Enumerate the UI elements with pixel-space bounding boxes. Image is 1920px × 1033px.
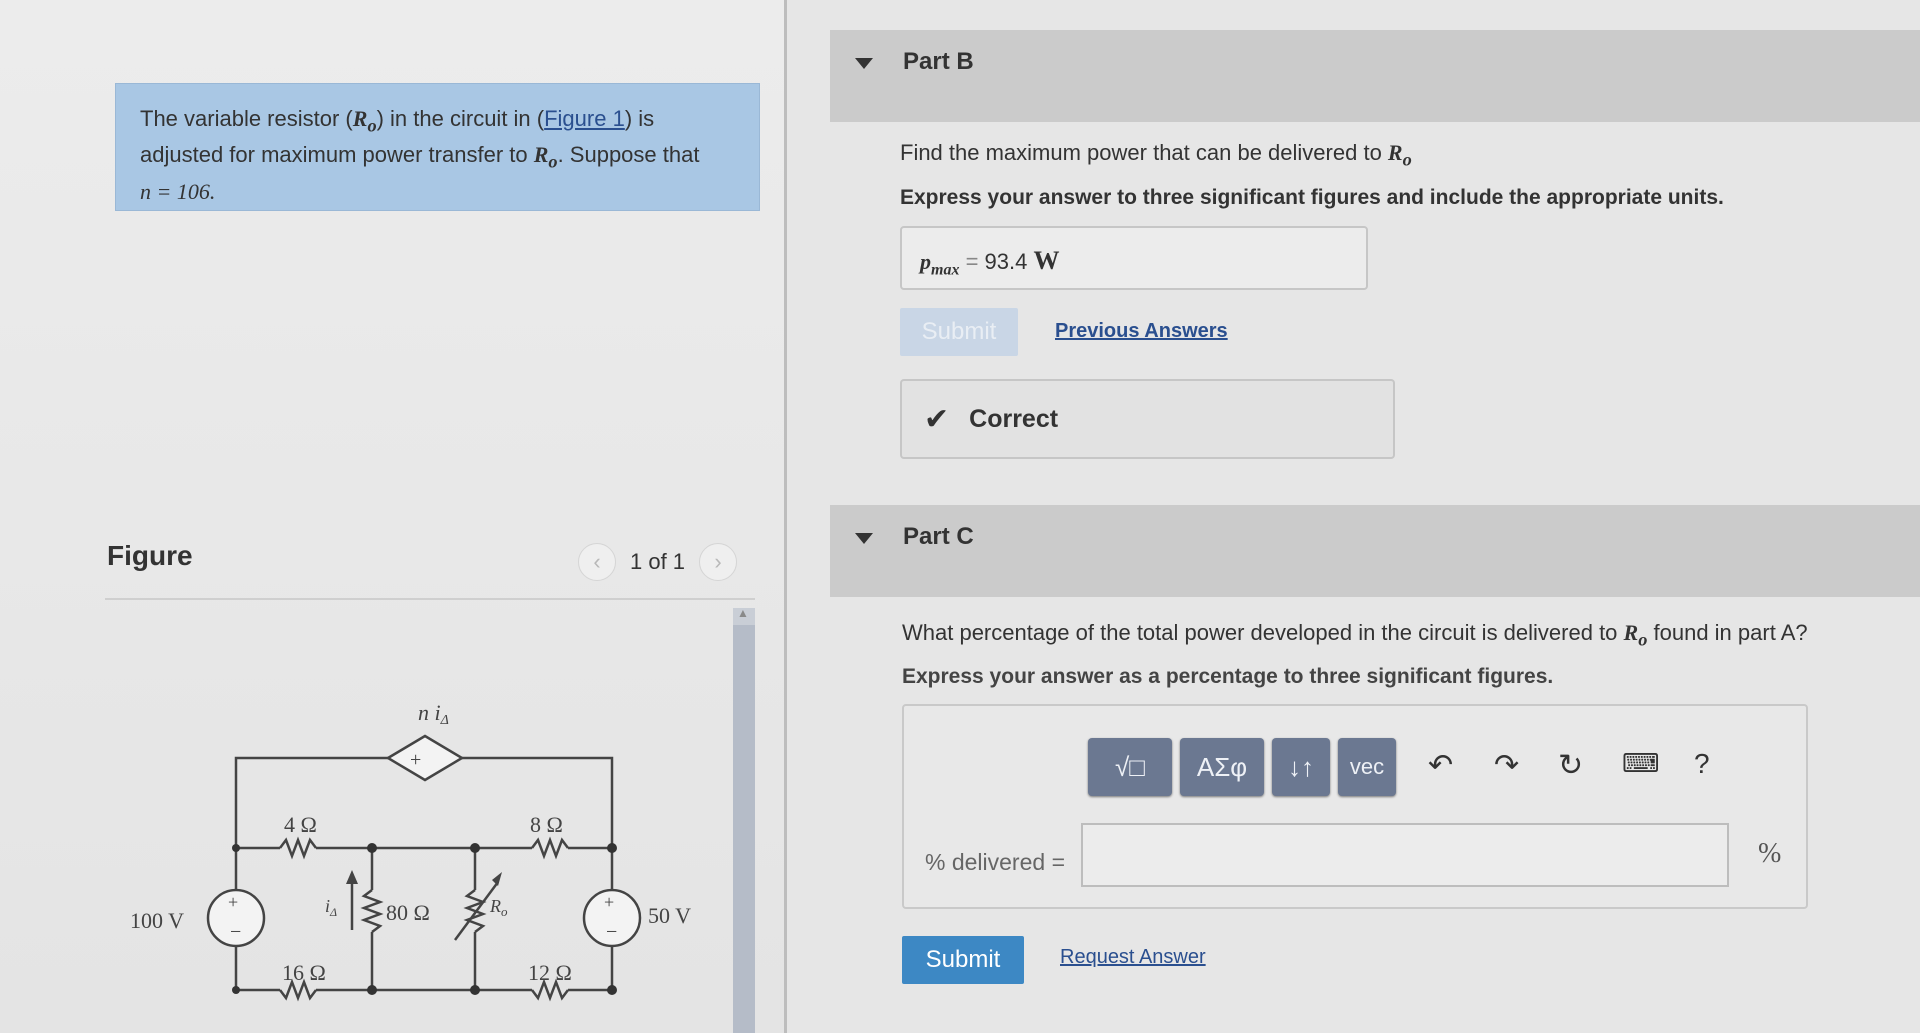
problem-statement: The variable resistor (Ro) in the circui… [115, 83, 760, 211]
problem-text-4: . Suppose that [557, 142, 700, 168]
keyboard-icon[interactable]: ⌨ [1622, 748, 1660, 779]
part-c-question-a: What percentage of the total power devel… [902, 620, 1624, 645]
redo-icon[interactable]: ↷ [1494, 748, 1519, 783]
ro-label: Ro [489, 896, 508, 919]
previous-answers-link[interactable]: Previous Answers [1055, 320, 1228, 343]
ro-symbol-2: R [533, 142, 549, 168]
undo-icon[interactable]: ↶ [1428, 748, 1453, 783]
reset-icon[interactable]: ↻ [1558, 748, 1583, 783]
resistor-16-label: 16 Ω [282, 960, 326, 985]
part-b-question: Find the maximum power that can be deliv… [900, 140, 1412, 170]
source-50v-label: 50 V [648, 903, 691, 928]
ro-sub-2: o [548, 151, 558, 172]
answer-equals: = [959, 249, 985, 274]
part-b-ro: R [1387, 140, 1403, 165]
percent-delivered-label: % delivered = [925, 849, 1065, 875]
src-left-plus: + [228, 892, 238, 912]
collapse-triangle-icon-c[interactable] [855, 533, 873, 544]
dep-plus: + [410, 749, 421, 771]
src-right-plus: + [604, 892, 614, 912]
problem-text-2: ) in the circuit in ( [376, 106, 545, 131]
correct-text: Correct [969, 404, 1059, 433]
part-c-submit-button[interactable]: Submit [902, 936, 1024, 984]
percent-unit: % [1758, 838, 1782, 869]
part-c-ro: R [1623, 620, 1639, 645]
figure-link[interactable]: Figure 1 [544, 106, 625, 131]
part-b-answer-box: pmax = 93.4 W [900, 226, 1368, 290]
source-100v-label: 100 V [130, 908, 184, 933]
scroll-up-icon[interactable]: ▲ [737, 606, 749, 620]
figure-scrollbar-thumb[interactable] [733, 625, 755, 1033]
help-icon[interactable]: ? [1694, 748, 1710, 780]
problem-text: The variable resistor ( [140, 106, 353, 131]
current-label: iΔ [325, 896, 337, 919]
checkmark-icon: ✔ [924, 402, 950, 436]
greek-button[interactable]: ΑΣφ [1180, 738, 1264, 796]
pager-text: 1 of 1 [630, 549, 686, 574]
resistor-12-label: 12 Ω [528, 960, 572, 985]
part-b-instruction: Express your answer to three significant… [900, 186, 1724, 209]
arrows-button[interactable]: ↓↑ [1272, 738, 1330, 796]
part-b-header[interactable]: Part B [830, 30, 1920, 122]
part-c-header[interactable]: Part C [830, 505, 1920, 597]
math-toolbar: √□ ΑΣφ ↓↑ vec [1088, 738, 1396, 796]
answer-value: 93.4 [984, 249, 1028, 274]
ro-symbol: R [352, 106, 368, 131]
templates-button[interactable]: √□ [1088, 738, 1172, 796]
figure-pager: ‹ 1 of 1 › [578, 543, 738, 581]
part-b-title: Part B [903, 48, 974, 75]
part-c-instruction: Express your answer as a percentage to t… [902, 665, 1554, 688]
circuit-diagram: + + − + − 100 V 50 V 4 Ω 16 Ω 80 Ω 8 Ω 1… [130, 700, 691, 1002]
answer-sub: max [931, 261, 960, 279]
n-value: n = 106. [140, 178, 216, 204]
ro-sub: o [367, 115, 377, 136]
figure-divider [105, 598, 755, 600]
percent-delivered-input[interactable] [1081, 823, 1729, 887]
answer-symbol: p [920, 249, 931, 274]
resistor-8-label: 8 Ω [530, 812, 563, 837]
figure-title: Figure [107, 540, 193, 571]
resistor-4-label: 4 Ω [284, 812, 317, 837]
correct-feedback: ✔ Correct [900, 379, 1395, 459]
part-c-question-b: found in part A? [1647, 620, 1808, 645]
dependent-source-label: n iΔ [418, 700, 449, 728]
part-b-question-text: Find the maximum power that can be deliv… [900, 140, 1388, 165]
part-c-ro-sub: o [1638, 629, 1648, 650]
part-c-question: What percentage of the total power devel… [902, 620, 1808, 650]
request-answer-link[interactable]: Request Answer [1060, 946, 1206, 969]
chevron-right-icon[interactable]: › [699, 543, 738, 581]
part-b-submit-button[interactable]: Submit [900, 308, 1018, 356]
part-b-ro-sub: o [1402, 149, 1412, 170]
part-c-title: Part C [903, 523, 974, 550]
resistor-80-label: 80 Ω [386, 900, 430, 925]
vec-button[interactable]: vec [1338, 738, 1396, 796]
chevron-left-icon[interactable]: ‹ [578, 543, 616, 581]
answer-unit: W [1033, 246, 1060, 275]
src-left-minus: − [230, 921, 241, 943]
collapse-triangle-icon[interactable] [855, 58, 873, 69]
src-right-minus: − [606, 921, 617, 943]
